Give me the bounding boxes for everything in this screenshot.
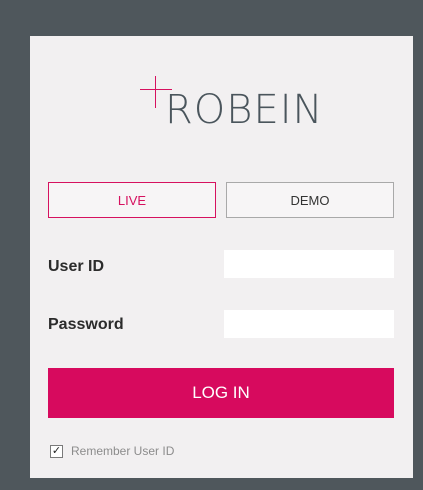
logo-cross-vertical	[155, 76, 156, 108]
demo-mode-button[interactable]: DEMO	[226, 182, 394, 218]
live-mode-button[interactable]: LIVE	[48, 182, 216, 218]
logo-text: ROBEIN	[165, 87, 324, 133]
user-id-label: User ID	[48, 258, 105, 275]
remember-user-id: ✓ Remember User ID	[50, 444, 174, 458]
login-button[interactable]: LOG IN	[48, 368, 394, 418]
remember-label[interactable]: Remember User ID	[71, 444, 174, 458]
password-label: Password	[48, 316, 124, 333]
user-id-input[interactable]	[224, 250, 394, 278]
robein-logo: ROBEIN	[140, 76, 340, 146]
login-panel: ROBEIN LIVE DEMO User ID Password LOG IN…	[30, 36, 413, 478]
password-input[interactable]	[224, 310, 394, 338]
remember-checkbox[interactable]: ✓	[50, 444, 63, 458]
window-frame: ROBEIN LIVE DEMO User ID Password LOG IN…	[0, 0, 423, 490]
